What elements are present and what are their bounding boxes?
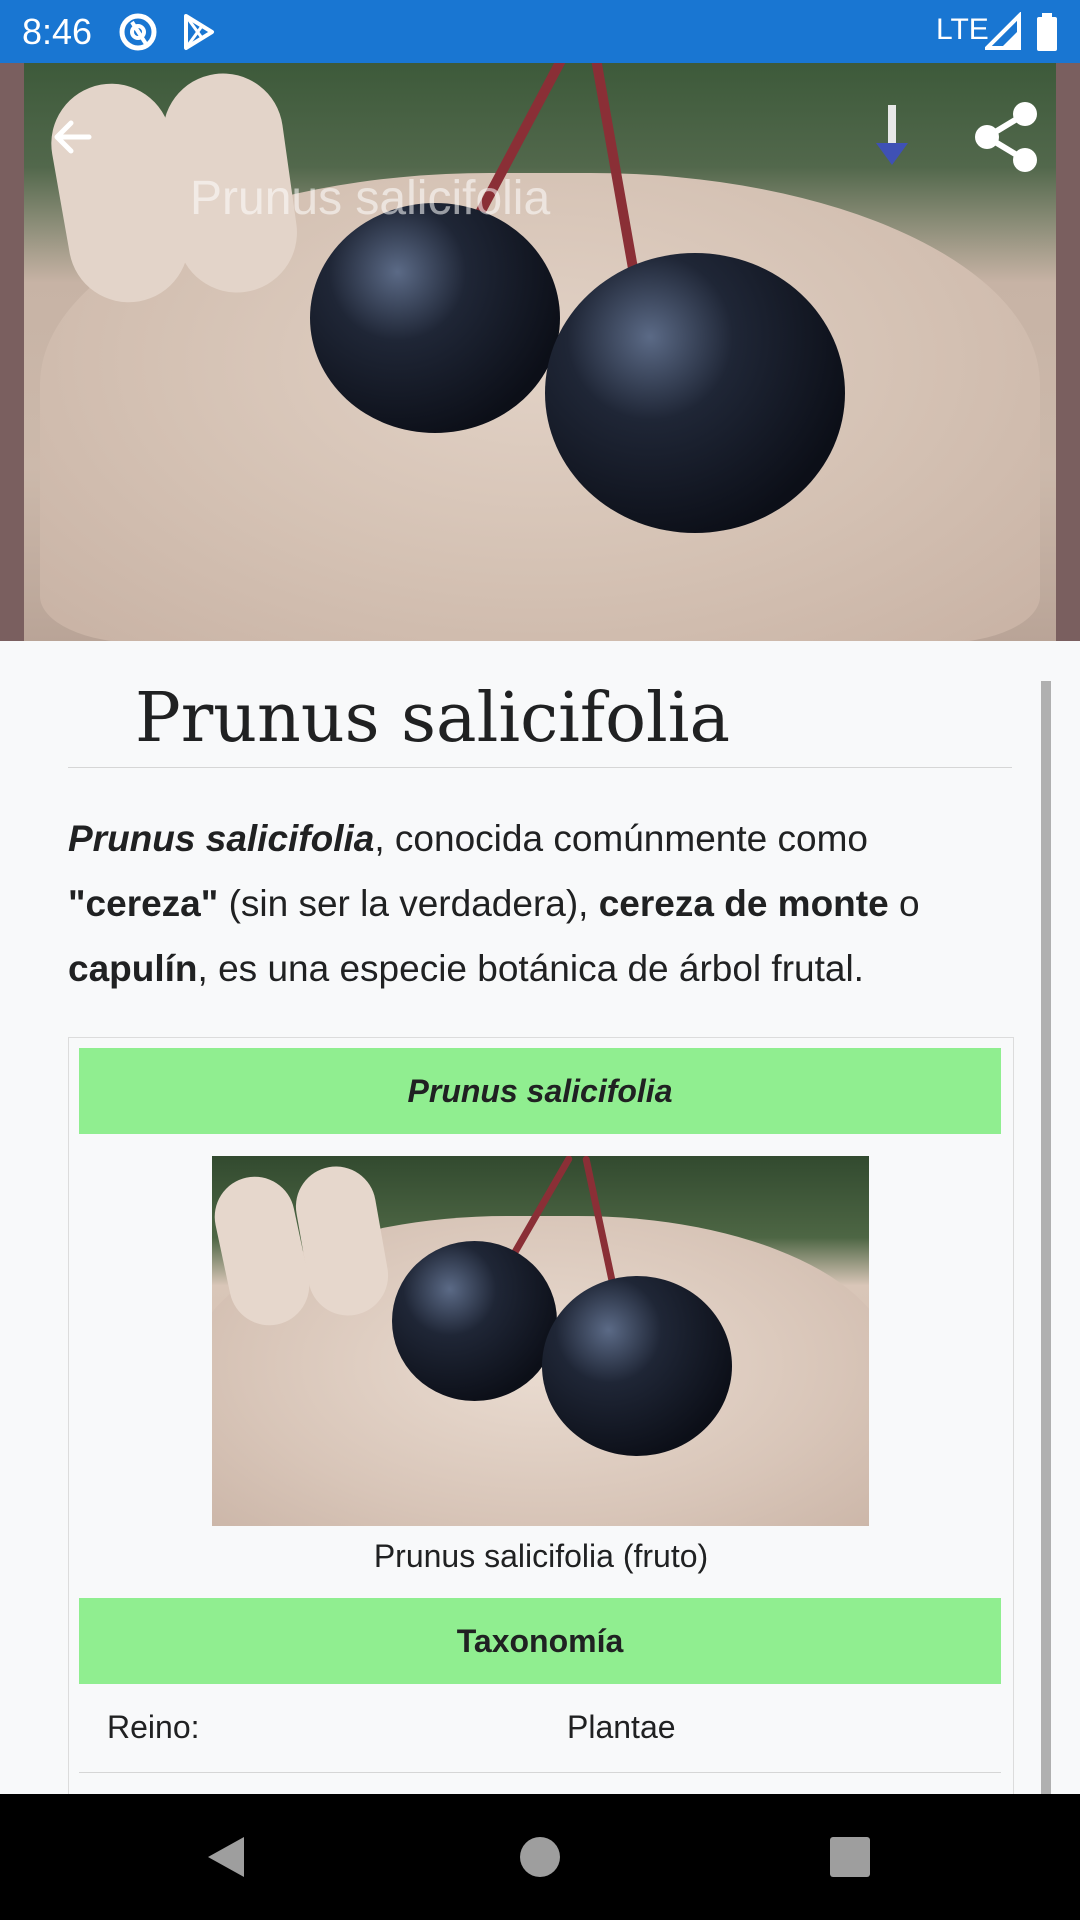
title-divider <box>68 767 1012 768</box>
hero-image: Prunus salicifolia <box>0 63 1080 641</box>
nav-recents-icon[interactable] <box>822 1829 878 1885</box>
network-type: LTE <box>936 13 989 46</box>
berry-image-part <box>545 253 845 533</box>
taxonomy-header: Taxonomía <box>79 1598 1001 1684</box>
nav-back-icon[interactable] <box>198 1829 254 1885</box>
lead-text: (sin ser la verdadera), <box>218 883 599 924</box>
berry-image-part <box>392 1241 557 1401</box>
play-store-icon <box>178 12 218 52</box>
infobox: Prunus salicifolia Prunus salicifolia (f… <box>68 1037 1014 1794</box>
lead-term: capulín <box>68 948 198 989</box>
lead-term: Prunus salicifolia <box>68 818 375 859</box>
navigation-bar <box>0 1794 1080 1920</box>
row-value[interactable]: Plantae <box>567 1709 676 1746</box>
row-divider <box>79 1772 1001 1773</box>
row-label: Reino: <box>107 1709 200 1745</box>
signal-icon <box>982 11 1025 52</box>
lead-term: cereza de monte <box>598 883 889 924</box>
lead-text: , conocida comúnmente como <box>374 818 868 859</box>
lead-term: "cereza" <box>68 883 219 924</box>
berry-image-part <box>542 1276 732 1456</box>
scrollbar[interactable] <box>1041 681 1051 1794</box>
at-sign-icon <box>118 12 158 52</box>
download-icon[interactable] <box>856 103 928 175</box>
battery-icon <box>1036 12 1058 52</box>
hero-edge <box>0 63 24 641</box>
infobox-header: Prunus salicifolia <box>79 1048 1001 1134</box>
app-bar-title: Prunus salicifolia <box>190 172 551 225</box>
berry-image-part <box>310 203 560 433</box>
page-title: Prunus salicifolia <box>135 679 731 758</box>
back-arrow-icon[interactable] <box>37 101 109 173</box>
share-icon[interactable] <box>970 101 1042 173</box>
hero-edge <box>1056 63 1080 641</box>
status-bar: 8:46 LTE <box>0 0 1080 63</box>
article-content[interactable]: Prunus salicifolia Prunus salicifolia, c… <box>0 641 1080 1794</box>
nav-home-icon[interactable] <box>512 1829 568 1885</box>
lead-text: o <box>888 883 920 924</box>
image-caption: Prunus salicifolia (fruto) <box>373 1538 709 1574</box>
infobox-image[interactable] <box>212 1156 869 1526</box>
lead-paragraph: Prunus salicifolia, conocida comúnmente … <box>68 806 1012 1001</box>
lead-text: , es una especie botánica de árbol fruta… <box>197 948 864 989</box>
status-time: 8:46 <box>22 11 93 52</box>
